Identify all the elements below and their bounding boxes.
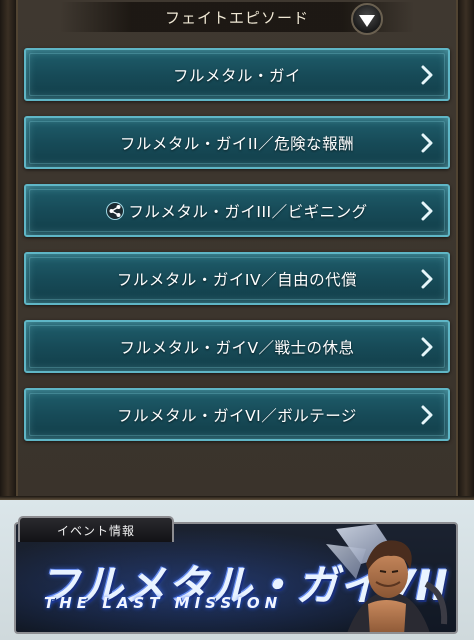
collapse-toggle-button[interactable] [351,3,383,35]
episode-label: フルメタル・ガイIII／ビギニング [128,202,368,221]
scenario-share-icon [106,201,125,220]
collapse-triangle-icon [359,14,375,27]
chevron-right-icon [421,133,433,152]
section-title: フェイトエピソード [164,8,309,27]
chevron-right-icon [421,337,433,356]
chevron-right-icon [421,201,433,220]
episode-button-1[interactable]: フルメタル・ガイ [24,48,450,101]
episode-button-5[interactable]: フルメタル・ガイV／戦士の休息 [24,320,450,373]
episode-label: フルメタル・ガイV／戦士の休息 [119,338,355,357]
event-info-tab: イベント情報 [18,516,174,542]
chevron-right-icon [421,65,433,84]
episode-label: フルメタル・ガイ [172,66,301,85]
episode-button-2[interactable]: フルメタル・ガイII／危険な報酬 [24,116,450,169]
episode-label: フルメタル・ガイIV／自由の代償 [116,270,358,289]
chevron-right-icon [421,269,433,288]
episode-button-6[interactable]: フルメタル・ガイVI／ボルテージ [24,388,450,441]
episode-label-with-icon: フルメタル・ガイIII／ビギニング [106,200,367,222]
event-info-label: イベント情報 [56,523,135,538]
episode-label: フルメタル・ガイVI／ボルテージ [117,406,357,425]
banner-subtitle: THE LAST MISSION [44,594,283,612]
chevron-right-icon [421,405,433,424]
character-portrait [326,524,448,632]
episode-button-3[interactable]: フルメタル・ガイIII／ビギニング [24,184,450,237]
episode-button-4[interactable]: フルメタル・ガイIV／自由の代償 [24,252,450,305]
episode-list: フルメタル・ガイ フルメタル・ガイII／危険な報酬 フルメタル・ガイIII／ビギ… [24,48,450,456]
episode-label: フルメタル・ガイII／危険な報酬 [119,134,355,153]
